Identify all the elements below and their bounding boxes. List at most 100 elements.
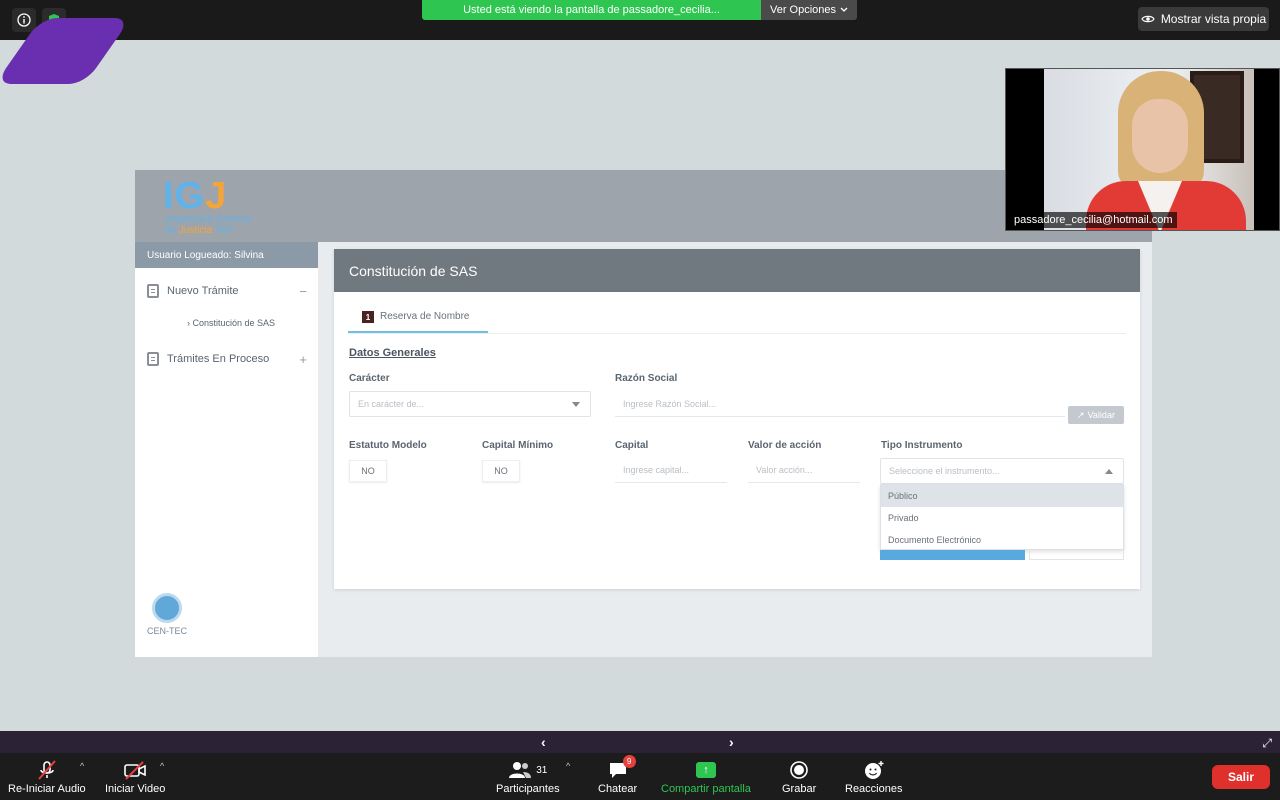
chevron-down-icon [840,7,848,12]
share-screen-icon: ↑ [695,757,716,783]
igj-logo-j: J [205,175,228,217]
meeting-toolbar: Re-Iniciar Audio ^ Iniciar Video ^ 31 Pa… [0,753,1280,800]
arrow-up-right-icon: ↗ [1077,409,1085,420]
gallery-navigation-strip: ‹ › ⤢ [0,731,1280,753]
shared-screen-app: IGJ Inspección General de Justicia TDF U… [135,170,1152,657]
dropdown-option-privado[interactable]: Privado [881,507,1123,529]
leave-button[interactable]: Salir [1212,765,1270,789]
record-label: Grabar [782,783,817,795]
collapse-icon[interactable]: − [299,284,307,299]
expand-icon[interactable]: + [299,352,307,367]
record-button[interactable]: Grabar [782,757,816,795]
estatuto-modelo-label: Estatuto Modelo [349,440,427,451]
tipo-instrumento-dropdown: Público Privado Documento Electrónico [880,484,1124,550]
igj-logo-line2a: de [165,225,179,236]
chevron-right-icon[interactable]: › [729,735,734,749]
dropdown-option-publico[interactable]: Público [881,485,1123,507]
show-self-view-label: Mostrar vista propia [1160,12,1267,26]
globe-icon [152,593,182,623]
igj-logo: IGJ [163,175,227,218]
tipo-instrumento-placeholder: Seleccione el instrumento... [889,466,1000,476]
meeting-top-bar: Usted está viendo la pantalla de passado… [0,0,1280,40]
expand-icon[interactable]: ⤢ [1262,736,1272,751]
igj-logo-line2b: Justicia [178,225,213,236]
valor-accion-input[interactable]: Valor acción... [748,457,860,483]
secondary-button[interactable] [1029,550,1124,560]
info-icon[interactable] [12,8,36,32]
sidebar-item-tramites-en-proceso[interactable]: Trámites En Proceso + [147,352,307,367]
validar-label: Validar [1087,410,1115,420]
video-person-face [1132,99,1188,173]
caracter-select[interactable]: En carácter de... [349,391,591,417]
tab-label: Reserva de Nombre [380,311,470,322]
sidebar-subitem-label: Constitución de SAS [192,318,276,328]
participant-video-tile[interactable]: passadore_cecilia@hotmail.com [1005,68,1280,231]
card-title: Constitución de SAS [334,249,1140,292]
igj-logo-ig: IG [163,175,206,217]
capital-minimo-toggle[interactable]: NO [482,460,520,482]
igj-logo-line2c: TDF [212,225,235,236]
screen-share-banner: Usted está viendo la pantalla de passado… [422,0,761,20]
chevron-left-icon[interactable]: ‹ [541,735,546,749]
validar-button[interactable]: ↗ Validar [1068,406,1124,424]
capital-label: Capital [615,440,649,451]
estatuto-modelo-toggle[interactable]: NO [349,460,387,482]
chevron-up-icon [1105,469,1113,474]
tab-divider [348,333,1126,334]
tab-reserva-de-nombre[interactable]: 1 Reserva de Nombre [348,305,488,333]
participants-label: Participantes [496,783,560,795]
participant-name-label: passadore_cecilia@hotmail.com [1010,212,1177,228]
audio-button[interactable]: Re-Iniciar Audio [8,757,86,795]
centec-label: CEN-TEC [147,626,187,636]
valor-accion-placeholder: Valor acción... [756,464,813,475]
audio-options-chevron-up-icon[interactable]: ^ [80,761,84,771]
valor-accion-label: Valor de acción [748,440,822,451]
capital-minimo-label: Capital Mínimo [482,440,554,451]
arrow-up-icon: ↑ [695,762,716,778]
participants-icon: 31 [508,757,547,783]
razon-social-placeholder: Ingrese Razón Social... [623,398,717,409]
tipo-instrumento-label: Tipo Instrumento [881,440,963,451]
video-button[interactable]: Iniciar Video [105,757,165,795]
video-options-chevron-up-icon[interactable]: ^ [160,761,164,771]
sidebar-subitem-constitucion-sas[interactable]: › Constitución de SAS [187,318,275,328]
sidebar-item-label: Nuevo Trámite [167,285,239,297]
video-label: Iniciar Video [105,783,166,795]
video-off-icon [123,757,147,783]
muted-microphone-icon [36,757,58,783]
sidebar-item-label: Trámites En Proceso [167,353,270,365]
dropdown-option-documento-electronico[interactable]: Documento Electrónico [881,529,1123,551]
tipo-instrumento-select[interactable]: Seleccione el instrumento... [880,458,1124,484]
clipboard-icon [147,352,159,366]
record-icon [789,757,809,783]
reactions-label: Reacciones [845,783,903,795]
share-screen-button[interactable]: ↑ Compartir pantalla [661,757,751,795]
chat-icon: 9 [608,755,636,783]
logged-user-bar: Usuario Logueado: Silvina [135,242,318,268]
chat-button[interactable]: 9 Chatear [598,755,637,795]
caracter-label: Carácter [349,373,390,384]
centec-logo: CEN-TEC [147,593,187,636]
app-header: IGJ Inspección General de Justicia TDF [135,170,1152,242]
app-sidebar: Usuario Logueado: Silvina Nuevo Trámite … [135,242,318,657]
show-self-view-button[interactable]: Mostrar vista propia [1138,7,1269,31]
reactions-button[interactable]: Reacciones [845,757,902,795]
clipboard-icon [147,284,159,298]
section-title: Datos Generales [349,347,436,359]
razon-social-input[interactable]: Ingrese Razón Social... [615,391,1065,417]
view-options-button[interactable]: Ver Opciones [761,0,857,20]
audio-label: Re-Iniciar Audio [8,783,86,795]
capital-placeholder: Ingrese capital... [623,464,690,475]
share-screen-label: Compartir pantalla [661,783,751,795]
primary-button[interactable] [880,550,1025,560]
igj-logo-line1: Inspección General [165,214,252,225]
tab-step-number: 1 [362,311,374,323]
caracter-placeholder: En carácter de... [358,399,425,409]
smiley-icon [863,757,885,783]
sidebar-item-nuevo-tramite[interactable]: Nuevo Trámite − [147,284,307,299]
capital-input[interactable]: Ingrese capital... [615,457,727,483]
chevron-down-icon [572,402,580,407]
igj-logo-subtitle: Inspección General de Justicia TDF [165,214,251,236]
participants-button[interactable]: 31 Participantes [496,757,560,795]
participants-options-chevron-up-icon[interactable]: ^ [566,761,570,771]
